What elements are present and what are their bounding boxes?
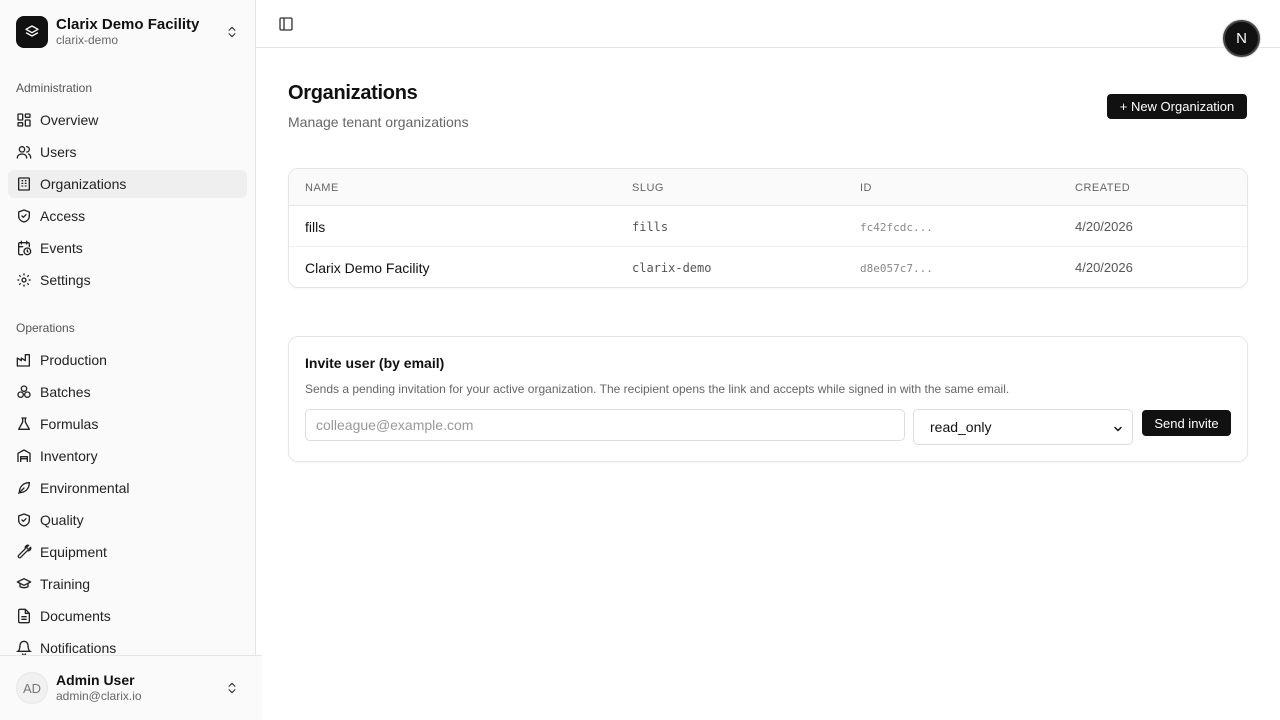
- bell-icon: [16, 640, 32, 656]
- role-select-value: read_only: [930, 419, 992, 435]
- page-title: Organizations: [288, 82, 418, 104]
- admin-nav: Overview Users Organizations Access Even…: [8, 106, 247, 298]
- sidebar-item-label: Events: [40, 240, 83, 256]
- table-row[interactable]: fills fills fc42fcdc... 4/20/2026: [289, 206, 1247, 247]
- sidebar-item-label: Overview: [40, 112, 99, 128]
- gear-icon: [16, 272, 32, 288]
- file-text-icon: [16, 608, 32, 624]
- warehouse-icon: [16, 448, 32, 464]
- sidebar-item-equipment[interactable]: Equipment: [8, 538, 247, 566]
- layers-icon: [16, 16, 48, 48]
- invite-description: Sends a pending invitation for your acti…: [305, 382, 1010, 396]
- sidebar-item-label: Users: [40, 144, 77, 160]
- leaf-icon: [16, 480, 32, 496]
- chevron-down-icon: [1112, 422, 1124, 434]
- users-icon: [16, 144, 32, 160]
- sidebar-item-label: Inventory: [40, 448, 98, 464]
- sidebar-footer: AD Admin User admin@clarix.io: [0, 655, 262, 720]
- sidebar-item-production[interactable]: Production: [8, 346, 247, 374]
- sidebar-item-label: Formulas: [40, 416, 99, 432]
- sidebar-item-label: Documents: [40, 608, 111, 624]
- panel-left-icon[interactable]: [278, 16, 294, 32]
- invite-user-card: Invite user (by email) Sends a pending i…: [288, 336, 1248, 462]
- layout-grid-icon: [16, 112, 32, 128]
- new-organization-button[interactable]: + New Organization: [1107, 94, 1247, 119]
- graduation-cap-icon: [16, 576, 32, 592]
- sidebar-item-training[interactable]: Training: [8, 570, 247, 598]
- sidebar-item-label: Equipment: [40, 544, 107, 560]
- topbar: [256, 0, 1280, 48]
- column-header-name: NAME: [305, 182, 339, 194]
- user-menu[interactable]: AD Admin User admin@clarix.io: [16, 672, 240, 704]
- sidebar-item-label: Access: [40, 208, 86, 224]
- sidebar-item-organizations[interactable]: Organizations: [8, 170, 247, 198]
- sidebar-item-label: Quality: [40, 512, 84, 528]
- role-select[interactable]: read_only: [913, 409, 1133, 445]
- sidebar-item-label: Notifications: [40, 640, 117, 656]
- column-header-id: ID: [860, 182, 872, 194]
- chevrons-up-down-icon[interactable]: [224, 24, 240, 40]
- organizations-table: NAME SLUG ID CREATED fills fills fc42fcd…: [288, 168, 1248, 288]
- shield-check-icon: [16, 512, 32, 528]
- cell-name: fills: [305, 219, 326, 235]
- sidebar: Clarix Demo Facility clarix-demo Adminis…: [0, 0, 262, 720]
- sidebar-item-quality[interactable]: Quality: [8, 506, 247, 534]
- email-field[interactable]: [305, 409, 905, 441]
- group-label-operations: Operations: [16, 321, 75, 335]
- table-header: NAME SLUG ID CREATED: [289, 169, 1247, 206]
- next-badge[interactable]: N: [1223, 20, 1260, 57]
- shield-check-icon: [16, 208, 32, 224]
- org-switcher[interactable]: Clarix Demo Facility clarix-demo: [16, 16, 240, 48]
- sidebar-item-label: Organizations: [40, 176, 127, 192]
- sidebar-item-formulas[interactable]: Formulas: [8, 410, 247, 438]
- sidebar-item-overview[interactable]: Overview: [8, 106, 247, 134]
- cell-created: 4/20/2026: [1075, 260, 1133, 275]
- cell-slug: fills: [632, 220, 669, 234]
- invite-title: Invite user (by email): [305, 355, 445, 371]
- sidebar-item-access[interactable]: Access: [8, 202, 247, 230]
- sidebar-item-label: Production: [40, 352, 107, 368]
- sidebar-item-label: Batches: [40, 384, 91, 400]
- table-row[interactable]: Clarix Demo Facility clarix-demo d8e057c…: [289, 247, 1247, 287]
- org-slug: clarix-demo: [56, 33, 119, 47]
- avatar: AD: [16, 672, 48, 704]
- sidebar-item-label: Training: [40, 576, 91, 592]
- group-label-administration: Administration: [16, 81, 93, 95]
- column-header-created: CREATED: [1075, 182, 1131, 194]
- sidebar-item-environmental[interactable]: Environmental: [8, 474, 247, 502]
- sidebar-item-label: Environmental: [40, 480, 130, 496]
- flask-icon: [16, 416, 32, 432]
- user-name: Admin User: [56, 672, 135, 688]
- cell-slug: clarix-demo: [632, 261, 712, 275]
- cell-id: d8e057c7...: [860, 262, 933, 275]
- boxes-icon: [16, 384, 32, 400]
- sidebar-item-batches[interactable]: Batches: [8, 378, 247, 406]
- chevrons-up-down-icon[interactable]: [224, 680, 240, 696]
- cell-id: fc42fcdc...: [860, 221, 933, 234]
- send-invite-button[interactable]: Send invite: [1142, 410, 1231, 436]
- cell-name: Clarix Demo Facility: [305, 260, 430, 276]
- org-name: Clarix Demo Facility: [56, 16, 200, 33]
- cell-created: 4/20/2026: [1075, 219, 1133, 234]
- user-email: admin@clarix.io: [56, 689, 142, 703]
- sidebar-item-events[interactable]: Events: [8, 234, 247, 262]
- calendar-clock-icon: [16, 240, 32, 256]
- sidebar-item-documents[interactable]: Documents: [8, 602, 247, 630]
- sidebar-item-settings[interactable]: Settings: [8, 266, 247, 294]
- factory-icon: [16, 352, 32, 368]
- wrench-icon: [16, 544, 32, 560]
- building-icon: [16, 176, 32, 192]
- column-header-slug: SLUG: [632, 182, 664, 194]
- page-subtitle: Manage tenant organizations: [288, 114, 469, 130]
- sidebar-item-inventory[interactable]: Inventory: [8, 442, 247, 470]
- sidebar-item-label: Settings: [40, 272, 91, 288]
- sidebar-item-users[interactable]: Users: [8, 138, 247, 166]
- ops-nav: Production Batches Formulas Inventory En…: [8, 346, 247, 666]
